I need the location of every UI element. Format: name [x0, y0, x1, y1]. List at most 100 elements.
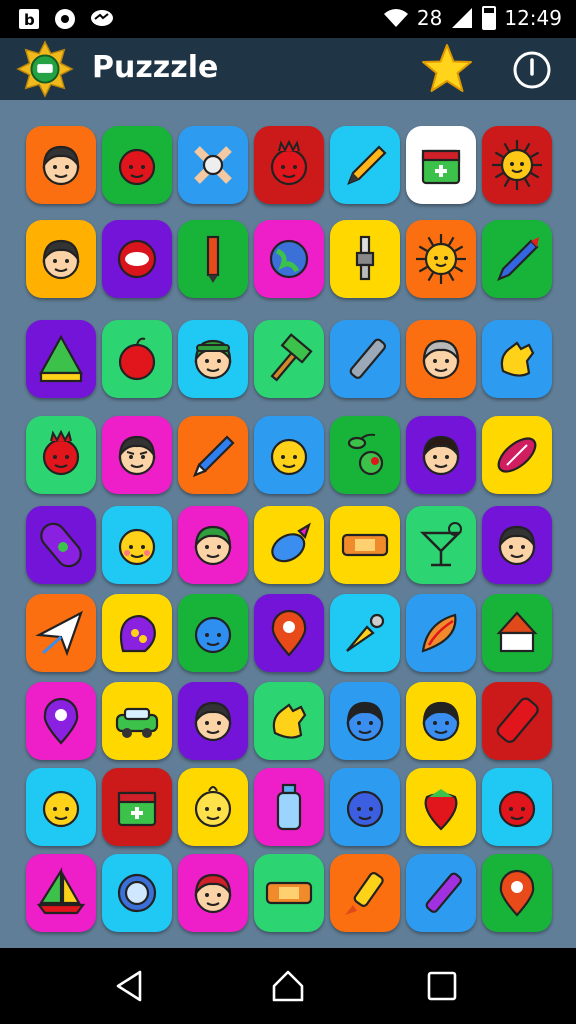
- puzzle-tile[interactable]: [26, 768, 96, 846]
- puzzle-tile[interactable]: [26, 506, 96, 584]
- recents-button[interactable]: [424, 968, 460, 1004]
- notification-b-icon: b: [19, 9, 39, 29]
- puzzle-tile[interactable]: [178, 416, 248, 494]
- puzzle-tile[interactable]: [254, 594, 324, 672]
- blue-blob-icon: [194, 616, 232, 654]
- puzzle-tile[interactable]: [254, 854, 324, 932]
- puzzle-tile[interactable]: [406, 126, 476, 204]
- puzzle-tile[interactable]: [330, 320, 400, 398]
- puzzle-tile[interactable]: [178, 506, 248, 584]
- puzzle-tile[interactable]: [406, 320, 476, 398]
- bandage-icon: [265, 881, 313, 905]
- puzzle-tile[interactable]: [102, 220, 172, 298]
- puzzle-tile[interactable]: [406, 506, 476, 584]
- first-aid-box-icon: [421, 149, 461, 185]
- puzzle-tile[interactable]: [330, 126, 400, 204]
- puzzle-tile[interactable]: [102, 320, 172, 398]
- puzzle-tile[interactable]: [254, 126, 324, 204]
- red-smiley-icon: [118, 148, 156, 186]
- puzzle-tile[interactable]: [254, 416, 324, 494]
- puzzle-tile[interactable]: [406, 854, 476, 932]
- puzzle-tile[interactable]: [26, 126, 96, 204]
- puzzle-tile[interactable]: [330, 594, 400, 672]
- puzzle-tile[interactable]: [482, 506, 552, 584]
- puzzle-tile[interactable]: [330, 768, 400, 846]
- puzzle-tile[interactable]: [26, 220, 96, 298]
- puzzle-tile[interactable]: [178, 220, 248, 298]
- power-button[interactable]: [512, 50, 552, 90]
- purple-marker-icon: [425, 872, 463, 913]
- puzzle-tile[interactable]: [406, 220, 476, 298]
- red-lighter-icon: [496, 697, 539, 743]
- puzzle-tile[interactable]: [254, 220, 324, 298]
- puzzle-tile[interactable]: [178, 682, 248, 760]
- puzzle-tile[interactable]: [102, 594, 172, 672]
- puzzle-tile[interactable]: [102, 506, 172, 584]
- cherry-icon: [347, 433, 384, 476]
- puzzle-tile[interactable]: [26, 682, 96, 760]
- back-button[interactable]: [112, 968, 148, 1004]
- puzzle-tile[interactable]: [406, 594, 476, 672]
- puzzle-tile[interactable]: [26, 854, 96, 932]
- puzzle-tile[interactable]: [26, 320, 96, 398]
- red-monster-icon: [270, 139, 308, 186]
- puzzle-tile[interactable]: [254, 320, 324, 398]
- puzzle-tile[interactable]: [254, 768, 324, 846]
- bandage-icon: [341, 533, 389, 557]
- puzzle-tile[interactable]: [102, 416, 172, 494]
- puzzle-tile[interactable]: [178, 768, 248, 846]
- puzzle-tile[interactable]: [330, 854, 400, 932]
- puzzle-tile[interactable]: [482, 220, 552, 298]
- bottle-icon: [276, 783, 302, 831]
- star-button[interactable]: [420, 42, 474, 96]
- puzzle-tile[interactable]: [406, 682, 476, 760]
- puzzle-tile[interactable]: [330, 506, 400, 584]
- map-pin-icon: [499, 869, 535, 917]
- puzzle-tile[interactable]: [482, 594, 552, 672]
- puzzle-tile[interactable]: [26, 594, 96, 672]
- puzzle-tile[interactable]: [102, 854, 172, 932]
- chick-face-icon: [194, 786, 232, 828]
- puzzle-tile[interactable]: [178, 320, 248, 398]
- rugby-ball-icon: [497, 437, 537, 473]
- sun-icon: [492, 140, 542, 190]
- puzzle-tile[interactable]: [482, 682, 552, 760]
- navigation-bar: [0, 948, 576, 1024]
- gold-dagger-icon: [346, 613, 385, 652]
- puzzle-tile[interactable]: [178, 126, 248, 204]
- puzzle-tile[interactable]: [330, 416, 400, 494]
- puzzle-tile[interactable]: [178, 594, 248, 672]
- puzzle-tile[interactable]: [482, 768, 552, 846]
- power-icon: [513, 51, 551, 89]
- status-bar: b 28 12:49: [0, 0, 576, 38]
- puzzle-tile[interactable]: [482, 854, 552, 932]
- puzzle-tile[interactable]: [102, 682, 172, 760]
- puzzle-board: [0, 100, 576, 948]
- puzzle-tile[interactable]: [102, 768, 172, 846]
- blue-face-icon: [346, 701, 384, 742]
- puzzle-tile[interactable]: [330, 220, 400, 298]
- purple-bag-icon: [119, 614, 156, 653]
- puzzle-tile[interactable]: [406, 768, 476, 846]
- puzzle-tile[interactable]: [254, 506, 324, 584]
- red-monster-icon: [42, 429, 80, 476]
- blue-pencil-icon: [193, 435, 235, 477]
- puzzle-tile[interactable]: [26, 416, 96, 494]
- bone-cross-icon: [194, 146, 232, 184]
- app-title: Puzzzle: [92, 50, 219, 85]
- cap-boy-icon: [194, 339, 232, 380]
- home-icon: [272, 970, 304, 1002]
- puzzle-tile[interactable]: [330, 682, 400, 760]
- puzzle-tile[interactable]: [102, 126, 172, 204]
- puzzle-tile[interactable]: [254, 682, 324, 760]
- app-bar: Puzzzle: [0, 38, 576, 100]
- messenger-icon: [91, 10, 113, 26]
- puzzle-tile[interactable]: [482, 320, 552, 398]
- purple-capsule-icon: [40, 522, 82, 568]
- puzzle-tile[interactable]: [482, 416, 552, 494]
- puzzle-tile[interactable]: [482, 126, 552, 204]
- home-button[interactable]: [270, 968, 306, 1004]
- puzzle-tile[interactable]: [406, 416, 476, 494]
- puzzle-tile[interactable]: [178, 854, 248, 932]
- clock: 12:49: [504, 6, 562, 30]
